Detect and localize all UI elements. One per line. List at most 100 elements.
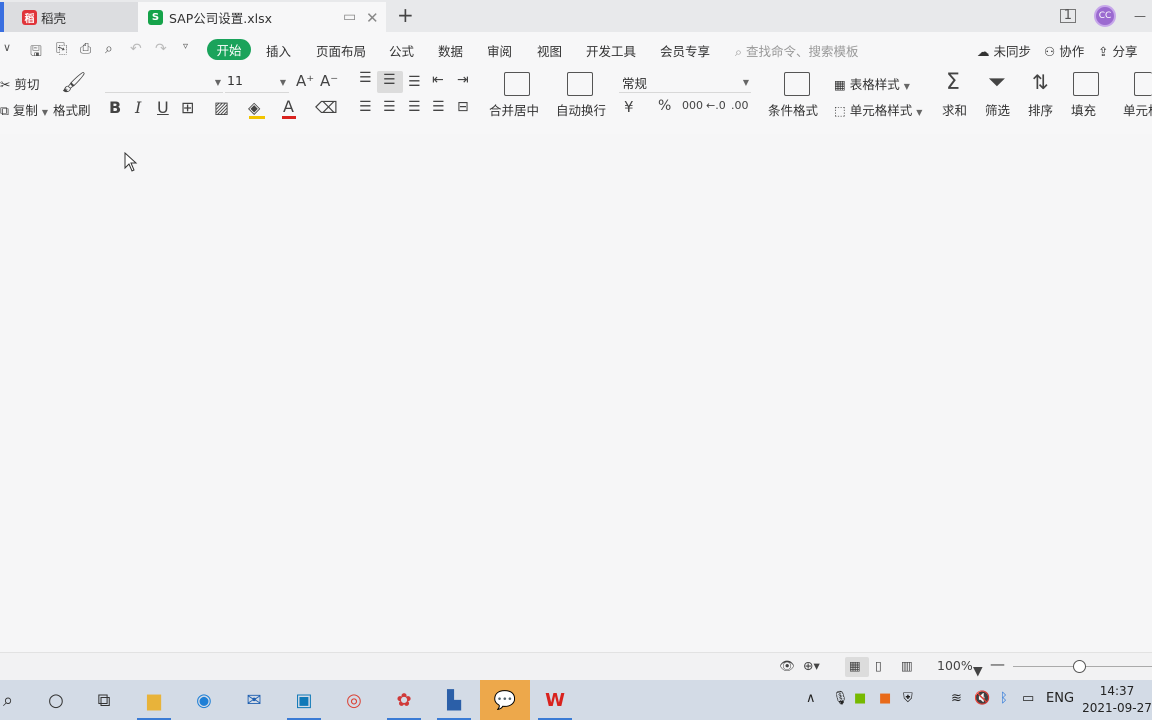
menu-item-formulas[interactable]: 公式 (389, 41, 414, 60)
align-right-icon[interactable]: ☰ (408, 99, 421, 115)
increase-font-icon[interactable]: A⁺ (296, 72, 314, 90)
mail-icon[interactable]: ✉ (240, 686, 268, 714)
thousands-icon[interactable]: 000 (682, 99, 703, 112)
menu-item-member[interactable]: 会员专享 (660, 41, 710, 60)
menu-item-review[interactable]: 审阅 (487, 41, 512, 60)
search-input[interactable]: 查找命令、搜索模板 (746, 44, 859, 59)
new-tab-icon[interactable]: + (397, 3, 414, 27)
zoom-out-icon[interactable]: — (990, 655, 1005, 673)
font-name-select[interactable]: ▼ (105, 73, 223, 93)
align-top-icon[interactable]: ☰ (359, 70, 372, 86)
menu-item-view[interactable]: 视图 (537, 41, 562, 60)
cut-button[interactable]: ✂ 剪切 (0, 74, 39, 93)
show-hidden-icons-icon[interactable]: ∧ (806, 691, 816, 706)
input-language[interactable]: ENG (1046, 691, 1074, 706)
zoom-level[interactable]: 100% (937, 658, 973, 673)
search-icon[interactable]: ⌕ (0, 686, 22, 714)
highlight-icon[interactable]: ◈ (248, 98, 260, 117)
page-break-view-icon[interactable]: ▥ (901, 658, 913, 673)
font-color-icon[interactable]: A (283, 97, 294, 116)
save-icon[interactable]: 🖫 (30, 41, 42, 65)
file-explorer-icon[interactable]: ▆ (140, 686, 168, 714)
customize-quickbar-icon[interactable]: ▿ (183, 41, 188, 52)
share-icon: ⇪ (1098, 44, 1109, 59)
distribute-icon[interactable]: ⊟ (457, 99, 469, 115)
edge-icon[interactable]: ◉ (190, 686, 218, 714)
align-left-icon[interactable]: ☰ (359, 99, 372, 115)
app-tray-icon[interactable]: ■ (879, 691, 891, 706)
menu-item-home[interactable]: 开始 (207, 39, 251, 60)
export-icon[interactable]: ⎘ (56, 41, 67, 57)
table-style-button[interactable]: ▦ 表格样式 ▼ (834, 74, 910, 93)
wechat-icon[interactable]: 💬 (491, 686, 519, 714)
decrease-decimal-icon[interactable]: .00 (731, 99, 749, 112)
eraser-icon[interactable]: ⌫ (315, 98, 338, 117)
fill-style-icon[interactable]: ▨ (214, 98, 229, 117)
page-layout-view-icon[interactable]: ▯ (875, 658, 882, 673)
wifi-icon[interactable]: ≋ (951, 691, 962, 706)
print-icon[interactable]: ⎙ (80, 41, 91, 57)
decrease-font-icon[interactable]: A⁻ (320, 72, 338, 90)
collapse-chevron-icon[interactable]: ∨ (3, 41, 11, 54)
security-icon[interactable]: ⛨ (903, 691, 913, 706)
underline-icon[interactable]: U (157, 98, 169, 117)
tab-spreadsheet[interactable]: S SAP公司设置.xlsx ▭ ✕ (138, 2, 386, 32)
avatar[interactable]: CC (1094, 5, 1116, 27)
border-icon[interactable]: ⊞ (181, 98, 194, 117)
normal-view-icon[interactable]: ▦ (849, 658, 861, 673)
redo-icon[interactable]: ↷ (155, 41, 167, 57)
align-bottom-icon[interactable]: ☰ (408, 74, 421, 90)
zoom-slider-knob[interactable] (1073, 660, 1086, 673)
justify-icon[interactable]: ☰ (432, 99, 445, 115)
app-icon[interactable]: ▙ (440, 686, 468, 714)
menu-item-page-layout[interactable]: 页面布局 (316, 41, 366, 60)
windows-taskbar: ⌕ ○ ⧉ ▆ ◉ ✉ ▣ ◎ ✿ ▙ 💬 W ∧ 🎙 ■ ■ ⛨ ≋ 🔇 ᛒ … (0, 680, 1152, 720)
collab-label: 协作 (1059, 44, 1085, 59)
sheet-area[interactable] (0, 134, 1152, 652)
system-clock[interactable]: 14:37 2021-09-27 (1082, 683, 1152, 717)
close-tab-icon[interactable]: ✕ (366, 9, 379, 27)
app-icon[interactable]: ✿ (390, 686, 418, 714)
menu-item-developer[interactable]: 开发工具 (586, 41, 636, 60)
volume-mute-icon[interactable]: 🔇 (974, 691, 990, 706)
decrease-indent-icon[interactable]: ⇤ (432, 72, 444, 88)
bluetooth-icon[interactable]: ᛒ (1000, 691, 1008, 706)
increase-decimal-icon[interactable]: ←.0 (706, 99, 726, 112)
task-view-icon[interactable]: ⧉ (90, 686, 118, 714)
currency-icon[interactable]: ¥ (624, 98, 634, 116)
share-button[interactable]: ⇪ 分享 (1098, 41, 1137, 60)
pin-window-icon[interactable]: ▭ (343, 9, 356, 25)
percent-icon[interactable]: % (658, 98, 671, 114)
number-format-select[interactable]: 常规 ▼ (619, 73, 751, 93)
eye-protection-icon[interactable]: 👁 (779, 658, 795, 674)
menu-item-data[interactable]: 数据 (438, 41, 463, 60)
bold-icon[interactable]: B (109, 98, 121, 117)
cortana-icon[interactable]: ○ (42, 686, 70, 714)
copy-button[interactable]: ⧉ 复制 ▼ (0, 100, 48, 119)
minimize-icon[interactable]: — (1134, 9, 1146, 23)
cell-icon (1134, 72, 1152, 96)
reading-mode-icon[interactable]: ⊕▾ (803, 658, 820, 673)
command-search[interactable]: ⌕ 查找命令、搜索模板 (735, 41, 859, 60)
align-middle-icon[interactable]: ☰ (383, 72, 396, 88)
tab-docer[interactable]: 稻 稻壳 (0, 2, 138, 32)
undo-icon[interactable]: ↶ (130, 41, 142, 57)
menu-item-insert[interactable]: 插入 (266, 41, 291, 60)
chrome-icon[interactable]: ◎ (340, 686, 368, 714)
window-layout-icon[interactable]: 1 (1059, 9, 1076, 23)
italic-icon[interactable]: I (135, 98, 141, 117)
increase-indent-icon[interactable]: ⇥ (457, 72, 469, 88)
chevron-down-icon: ▼ (903, 82, 910, 91)
cell-style-button[interactable]: ⬚ 单元格样式 ▼ (834, 100, 922, 119)
align-center-icon[interactable]: ☰ (383, 99, 396, 115)
battery-icon[interactable]: ▭ (1022, 691, 1034, 706)
font-size-select[interactable]: 11 ▼ (225, 73, 289, 93)
collaborate-button[interactable]: ⚇ 协作 (1044, 41, 1084, 60)
microphone-icon[interactable]: 🎙 (832, 691, 849, 706)
wps-icon[interactable]: W (541, 686, 569, 714)
print-preview-icon[interactable]: ⌕ (105, 41, 113, 57)
app-icon[interactable]: ▣ (290, 686, 318, 714)
sync-button[interactable]: ☁ 未同步 (977, 41, 1031, 60)
nvidia-icon[interactable]: ■ (854, 691, 866, 706)
chevron-down-icon: ▼ (742, 78, 749, 87)
